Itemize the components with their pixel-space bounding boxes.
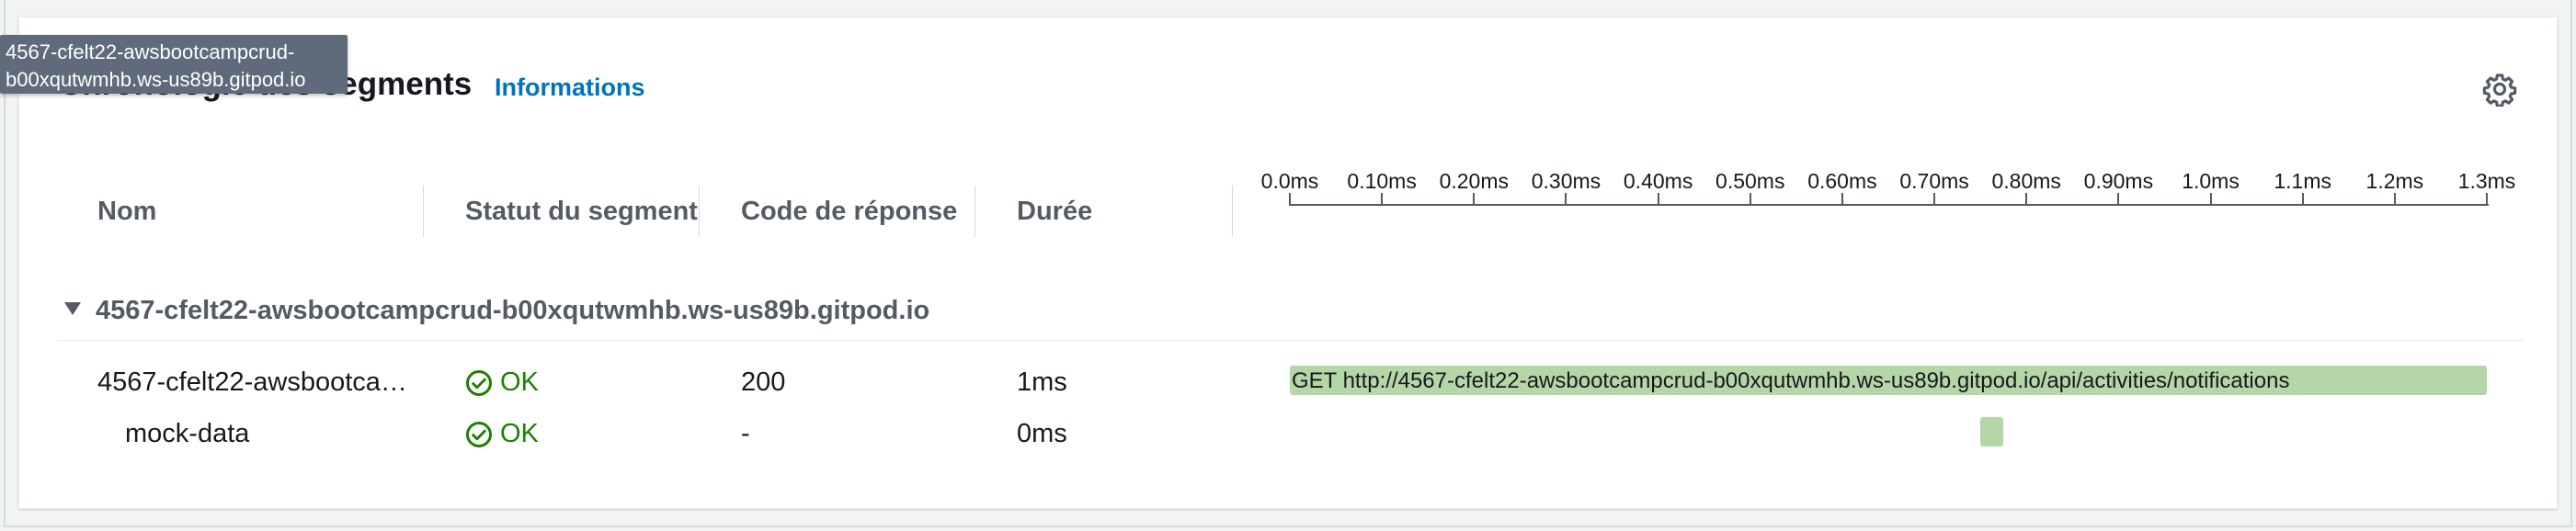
timeline-tick [2209, 193, 2212, 206]
timeline-tick-label: 1.0ms [2182, 169, 2240, 193]
column-header-status[interactable]: Statut du segment [465, 197, 698, 227]
segment-status-label: OK [500, 367, 539, 397]
caret-down-icon[interactable] [64, 302, 81, 316]
column-header-name[interactable]: Nom [97, 197, 156, 227]
column-divider[interactable] [699, 186, 700, 237]
segment-name[interactable]: mock-data [125, 419, 249, 449]
timeline-axis-line [1290, 204, 2489, 206]
timeline-tick-label: 1.2ms [2365, 169, 2424, 193]
timeline-tick-label: 0.40ms [1623, 169, 1693, 193]
column-divider[interactable] [423, 186, 424, 237]
column-divider[interactable] [1232, 186, 1233, 237]
check-circle-icon [466, 421, 492, 447]
column-header-duration[interactable]: Durée [1017, 197, 1092, 227]
segment-status-label: OK [500, 419, 539, 448]
segment-name[interactable]: 4567-cfelt22-awsbootca… [97, 367, 407, 398]
segment-group-header[interactable]: 4567-cfelt22-awsbootcampcrud-b00xqutwmhb… [64, 296, 929, 326]
timeline-tick-label: 0.30ms [1531, 169, 1601, 193]
timeline-tick-label: 0.10ms [1347, 169, 1417, 193]
timeline-tick [1657, 193, 1659, 206]
tooltip-line: 4567-cfelt22-awsbootcampcrud- [6, 40, 295, 63]
column-header-response-code[interactable]: Code de réponse [741, 197, 957, 227]
timeline-tick-label: 0.70ms [1899, 169, 1969, 193]
timeline-tick [1381, 193, 1384, 206]
timeline-tick-label: 1.3ms [2457, 169, 2516, 193]
segment-group-name: 4567-cfelt22-awsbootcampcrud-b00xqutwmhb… [96, 296, 930, 325]
segment-timeline-label: GET http://4567-cfelt22-awsbootcampcrud-… [1292, 368, 2290, 393]
timeline-tick [1473, 193, 1476, 206]
timeline-tick [1841, 193, 1843, 206]
timeline-tick-label: 0.80ms [1991, 169, 2061, 193]
timeline-tick [2393, 193, 2396, 206]
segment-duration: 1ms [1017, 367, 1067, 397]
segment-response-code: 200 [741, 367, 786, 397]
timeline-tick-label: 0.50ms [1715, 169, 1785, 193]
timeline-tick [2486, 193, 2488, 206]
timeline-tick [1289, 193, 1291, 206]
timeline-tick-label: 0.20ms [1439, 169, 1510, 193]
segment-response-code: - [741, 419, 750, 448]
segment-timeline-bar[interactable] [1980, 417, 2004, 446]
info-link[interactable]: Informations [495, 73, 645, 102]
segment-duration: 0ms [1017, 419, 1067, 448]
segment-status: OK [465, 367, 539, 398]
timeline-tick-label: 0.90ms [2083, 169, 2154, 193]
hover-tooltip: 4567-cfelt22-awsbootcampcrud- b00xqutwmh… [0, 35, 348, 94]
check-circle-icon [466, 369, 492, 396]
timeline-tick [1565, 193, 1567, 206]
timeline-tick-label: 0.60ms [1807, 169, 1877, 193]
timeline-tick-label: 1.1ms [2274, 169, 2332, 193]
tooltip-line: b00xqutwmhb.ws-us89b.gitpod.io [6, 68, 306, 91]
timeline-tick [1749, 193, 1751, 206]
timeline-tick [2117, 193, 2120, 206]
gear-icon[interactable] [2482, 72, 2517, 107]
timeline-tick-label: 0.0ms [1260, 169, 1319, 193]
timeline-tick [2025, 193, 2028, 206]
timeline-tick [2301, 193, 2304, 206]
segment-status: OK [465, 419, 539, 449]
group-divider [57, 340, 2523, 341]
timeline-tick [1933, 193, 1936, 206]
